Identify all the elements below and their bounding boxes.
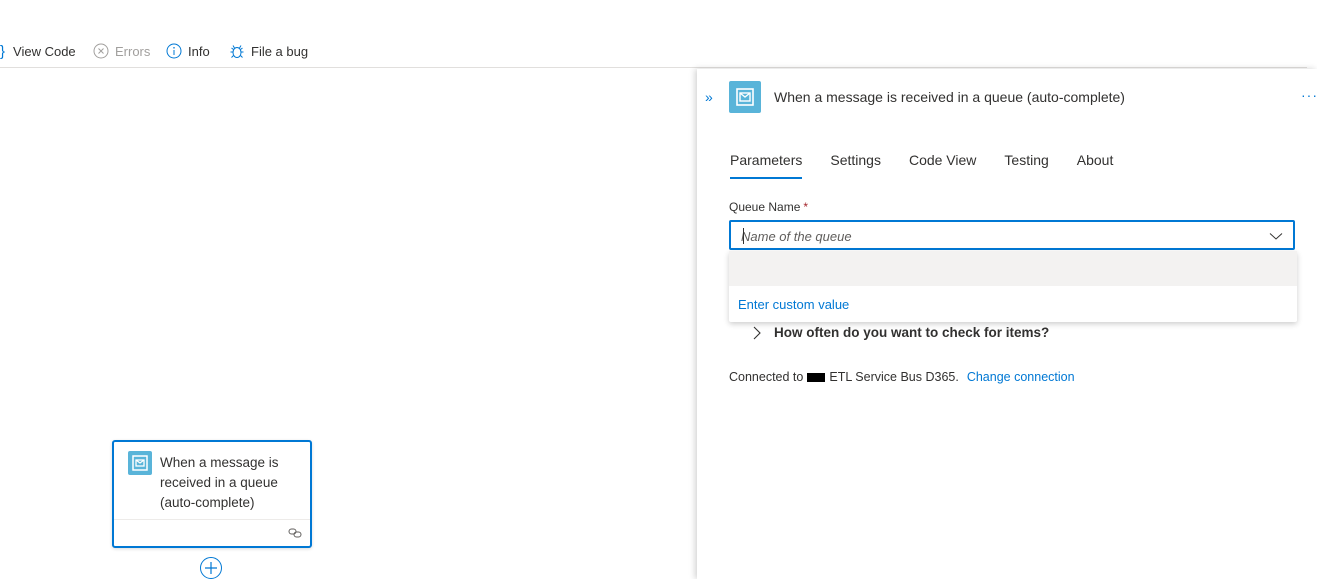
tab-parameters[interactable]: Parameters: [730, 151, 803, 179]
check-frequency-label: How often do you want to check for items…: [774, 325, 1050, 340]
collapse-panel-icon[interactable]: »: [705, 89, 713, 105]
plus-icon: [205, 562, 217, 574]
queue-name-label-text: Queue Name: [729, 200, 801, 214]
connection-info: Connected to ETL Service Bus D365. Chang…: [729, 370, 1075, 384]
connection-link-icon[interactable]: [288, 526, 302, 544]
tab-testing[interactable]: Testing: [1004, 151, 1048, 179]
view-code-label: View Code: [13, 43, 76, 59]
tab-about[interactable]: About: [1077, 151, 1114, 179]
enter-custom-value-option[interactable]: Enter custom value: [738, 297, 849, 312]
panel-tabs: Parameters Settings Code View Testing Ab…: [730, 151, 1141, 179]
connection-name: ETL Service Bus D365.: [829, 370, 959, 384]
error-circle-icon: [93, 43, 109, 59]
redacted-block: [807, 372, 826, 382]
tab-code-view[interactable]: Code View: [909, 151, 976, 179]
designer-toolbar: } View Code Errors Info File a bug: [0, 0, 1307, 68]
queue-name-dropdown: Enter custom value: [729, 251, 1297, 322]
chevron-right-icon: [753, 326, 761, 339]
connected-prefix: Connected to: [729, 370, 804, 384]
errors-label: Errors: [115, 43, 151, 59]
info-label: Info: [188, 43, 210, 59]
queue-name-label: Queue Name *: [729, 200, 808, 214]
queue-name-combobox[interactable]: [729, 220, 1295, 250]
info-button[interactable]: Info: [166, 41, 210, 61]
view-code-button[interactable]: } View Code: [0, 41, 76, 61]
check-frequency-expander[interactable]: How often do you want to check for items…: [752, 325, 1049, 340]
required-marker: *: [803, 200, 809, 214]
errors-button[interactable]: Errors: [93, 41, 150, 61]
service-bus-icon: [128, 451, 152, 475]
add-step-button[interactable]: [200, 557, 222, 579]
more-options-icon[interactable]: ···: [1301, 87, 1317, 103]
code-brace-icon: }: [0, 42, 6, 60]
queue-name-input[interactable]: [741, 226, 1241, 246]
trigger-card-title: When a message is received in a queue (a…: [160, 455, 279, 510]
tab-settings[interactable]: Settings: [830, 151, 881, 179]
dropdown-empty-option[interactable]: [729, 251, 1297, 286]
trigger-card-footer: [114, 519, 310, 546]
panel-title: When a message is received in a queue (a…: [774, 89, 1125, 105]
info-icon: [166, 43, 182, 59]
trigger-card[interactable]: When a message is received in a queue (a…: [112, 440, 312, 548]
bug-icon: [229, 43, 245, 59]
designer-canvas[interactable]: [0, 69, 697, 579]
service-bus-icon: [729, 81, 761, 113]
action-details-panel: » When a message is received in a queue …: [697, 69, 1317, 579]
file-bug-label: File a bug: [251, 43, 309, 59]
text-caret: [743, 228, 744, 244]
file-bug-button[interactable]: File a bug: [229, 41, 308, 61]
change-connection-link[interactable]: Change connection: [967, 370, 1075, 384]
chevron-down-icon[interactable]: [1269, 229, 1283, 247]
